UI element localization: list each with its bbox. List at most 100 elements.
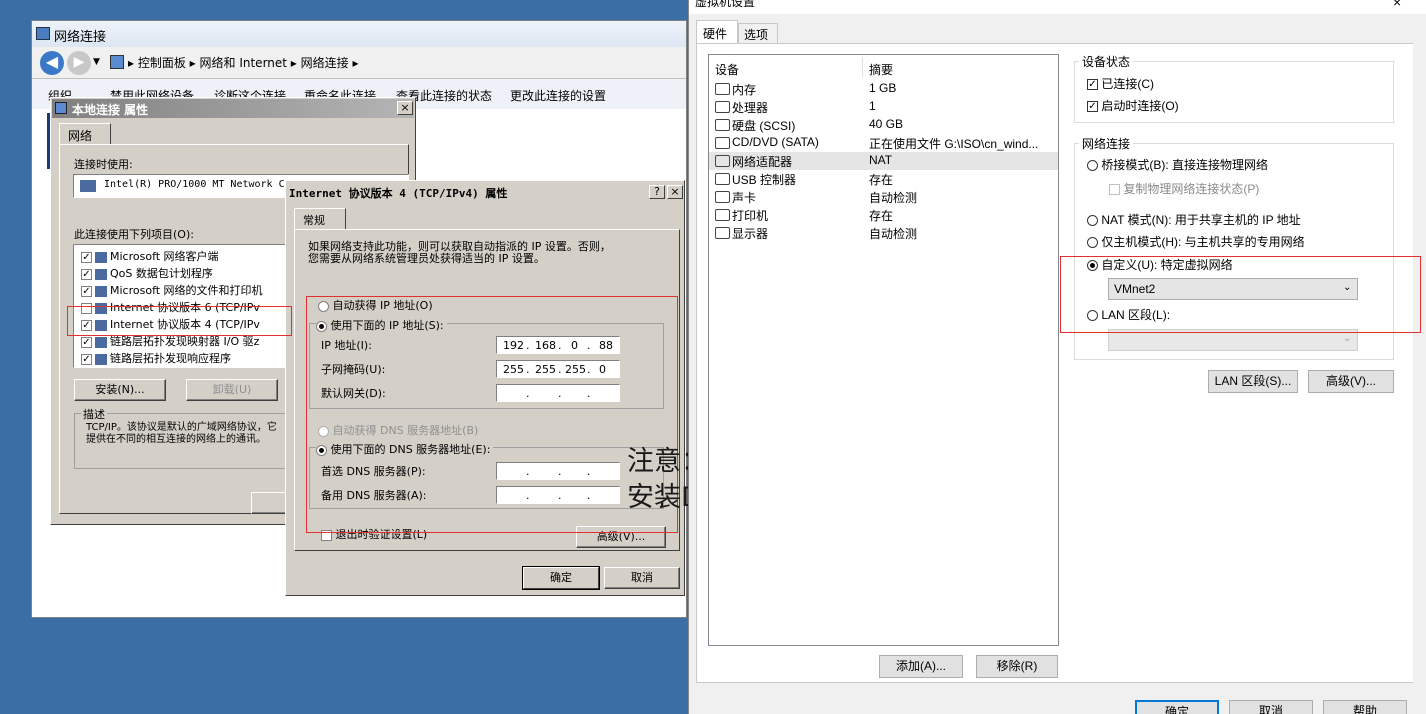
close-icon[interactable]: × xyxy=(397,101,413,115)
add-device-button[interactable]: 添加(A)... xyxy=(879,655,963,678)
connected-checkbox[interactable]: ✓ xyxy=(1087,79,1098,91)
item-label: QoS 数据包计划程序 xyxy=(110,267,213,280)
item-label: Microsoft 网络的文件和打印机 xyxy=(110,284,263,297)
processor-icon xyxy=(715,101,730,113)
item-checkbox[interactable]: ✓ xyxy=(81,353,92,365)
breadcrumb-item-network[interactable]: 网络和 Internet xyxy=(200,56,287,70)
highlight-ipv4-item xyxy=(67,306,292,336)
sound-icon xyxy=(715,191,730,203)
device-row[interactable]: 处理器 1 xyxy=(709,98,1058,116)
item-checkbox[interactable]: ✓ xyxy=(81,285,92,297)
adapter-name: Intel(R) PRO/1000 MT Network C xyxy=(104,179,285,190)
close-icon[interactable]: × xyxy=(1393,0,1401,10)
tab-general-label: 常规 xyxy=(303,214,325,227)
breadcrumb[interactable]: ▸ 控制面板 ▸ 网络和 Internet ▸ 网络连接 ▸ xyxy=(128,54,359,71)
cdrom-icon xyxy=(715,137,730,149)
close-icon[interactable]: × xyxy=(667,185,683,199)
remove-device-button[interactable]: 移除(R) xyxy=(976,655,1058,678)
replicate-checkbox[interactable] xyxy=(1109,184,1120,196)
bridged-label: 桥接模式(B): 直接连接物理网络 xyxy=(1101,158,1269,172)
device-name: 声卡 xyxy=(732,191,757,205)
bridged-radio[interactable] xyxy=(1087,160,1098,172)
network-adapter-icon xyxy=(715,155,730,167)
description-title: 描述 xyxy=(81,406,107,422)
tab-network[interactable]: 网络 xyxy=(59,123,111,145)
connect-on-start-option[interactable]: ✓ 启动时连接(O) xyxy=(1087,97,1179,114)
window-title: 网络连接 xyxy=(54,30,107,45)
list-item[interactable]: ✓ 链路层拓扑发现响应程序 xyxy=(81,350,231,366)
vm-settings-window: 虚拟机设置 × 硬件 选项 设备 摘要 内存 1 GB 处理器 1 硬盘 (SCSI) 4… xyxy=(688,0,1426,714)
nat-label: NAT 模式(N): 用于共享主机的 IP 地址 xyxy=(1101,213,1301,227)
chevron-down-icon: ⌄ xyxy=(1343,333,1352,344)
window-edge xyxy=(1413,14,1426,714)
lan-segments-button[interactable]: LAN 区段(S)... xyxy=(1208,370,1298,393)
help-icon[interactable]: ? xyxy=(649,185,665,199)
nat-radio[interactable] xyxy=(1087,215,1098,227)
device-name: 显示器 xyxy=(732,227,769,241)
ok-button[interactable]: 确定 xyxy=(523,567,599,589)
history-chevron-icon[interactable]: ▼ xyxy=(93,57,100,67)
dialog-title: Internet 协议版本 4 (TCP/IPv4) 属性 xyxy=(289,187,508,200)
list-item[interactable]: ✓ QoS 数据包计划程序 xyxy=(81,265,213,281)
nat-option[interactable]: NAT 模式(N): 用于共享主机的 IP 地址 xyxy=(1087,211,1301,228)
device-row[interactable]: USB 控制器 存在 xyxy=(709,170,1058,188)
description-text: TCP/IP。该协议是默认的广域网络协议，它提供在不同的相互连接的网络上的通讯。 xyxy=(86,422,277,445)
title-bar: 网络连接 xyxy=(32,21,686,47)
install-button[interactable]: 安装(N)... xyxy=(74,379,166,401)
tab-hardware[interactable]: 硬件 xyxy=(696,20,738,44)
device-row[interactable]: 打印机 存在 xyxy=(709,206,1058,224)
list-item[interactable]: ✓ Microsoft 网络客户端 xyxy=(81,248,219,264)
dialog-title: 本地连接 属性 xyxy=(72,103,149,117)
connect-on-start-checkbox[interactable]: ✓ xyxy=(1087,101,1098,113)
device-summary: 自动检测 xyxy=(869,191,918,205)
protocol-icon xyxy=(95,285,107,297)
cancel-button[interactable]: 取消 xyxy=(1229,700,1313,714)
display-icon xyxy=(715,227,730,239)
device-summary: 正在使用文件 G:\ISO\cn_wind... xyxy=(869,137,1039,151)
uninstall-button[interactable]: 卸载(U) xyxy=(186,379,278,401)
tab-options[interactable]: 选项 xyxy=(738,23,778,43)
host-only-option[interactable]: 仅主机模式(H): 与主机共享的专用网络 xyxy=(1087,233,1305,250)
host-only-radio[interactable] xyxy=(1087,237,1098,249)
device-row[interactable]: 网络适配器 NAT xyxy=(709,152,1058,170)
info-line: 您需要从网络系统管理员处获得适当的 IP 设置。 xyxy=(308,252,545,265)
item-label: 链路层拓扑发现响应程序 xyxy=(110,352,231,365)
list-item[interactable]: ✓ Microsoft 网络的文件和打印机 xyxy=(81,282,263,298)
breadcrumb-sep-icon: ▸ xyxy=(286,56,301,70)
bridged-option[interactable]: 桥接模式(B): 直接连接物理网络 xyxy=(1087,156,1268,173)
device-summary: 自动检测 xyxy=(869,227,918,241)
item-checkbox[interactable]: ✓ xyxy=(81,268,92,280)
device-name: 打印机 xyxy=(732,209,769,223)
breadcrumb-sep-icon: ▸ xyxy=(128,56,138,70)
memory-icon xyxy=(715,83,730,95)
tab-general[interactable]: 常规 xyxy=(294,208,346,230)
tab-network-label: 网络 xyxy=(68,129,93,143)
col-separator xyxy=(862,57,863,77)
device-row[interactable]: 声卡 自动检测 xyxy=(709,188,1058,206)
toolbar-change-settings[interactable]: 更改此连接的设置 xyxy=(510,87,606,104)
device-row[interactable]: 硬盘 (SCSI) 40 GB xyxy=(709,116,1058,134)
connected-option[interactable]: ✓ 已连接(C) xyxy=(1087,75,1154,92)
breadcrumb-item-control-panel[interactable]: 控制面板 xyxy=(138,56,186,70)
device-row[interactable]: 显示器 自动检测 xyxy=(709,224,1058,242)
disk-icon xyxy=(715,119,730,131)
advanced-button[interactable]: 高级(V)... xyxy=(1308,370,1394,393)
device-name: 内存 xyxy=(732,83,757,97)
device-row[interactable]: 内存 1 GB xyxy=(709,80,1058,98)
replicate-option[interactable]: 复制物理网络连接状态(P) xyxy=(1109,180,1259,197)
breadcrumb-sep-icon: ▸ xyxy=(348,56,359,70)
protocol-icon xyxy=(95,251,107,263)
device-summary: 存在 xyxy=(869,173,894,187)
device-row[interactable]: CD/DVD (SATA) 正在使用文件 G:\ISO\cn_wind... xyxy=(709,134,1058,152)
item-checkbox[interactable]: ✓ xyxy=(81,251,92,263)
ok-button[interactable]: 确定 xyxy=(1135,700,1219,714)
forward-button-icon[interactable]: ▶ xyxy=(67,51,91,75)
item-checkbox[interactable]: ✓ xyxy=(81,336,92,348)
highlight-custom-network xyxy=(1060,256,1421,333)
help-button[interactable]: 帮助 xyxy=(1323,700,1407,714)
device-summary: NAT xyxy=(869,153,893,167)
cancel-button[interactable]: 取消 xyxy=(604,567,680,589)
back-button-icon[interactable]: ◀ xyxy=(40,51,64,75)
breadcrumb-item-connections[interactable]: 网络连接 xyxy=(301,56,349,70)
device-status-title: 设备状态 xyxy=(1079,53,1134,70)
